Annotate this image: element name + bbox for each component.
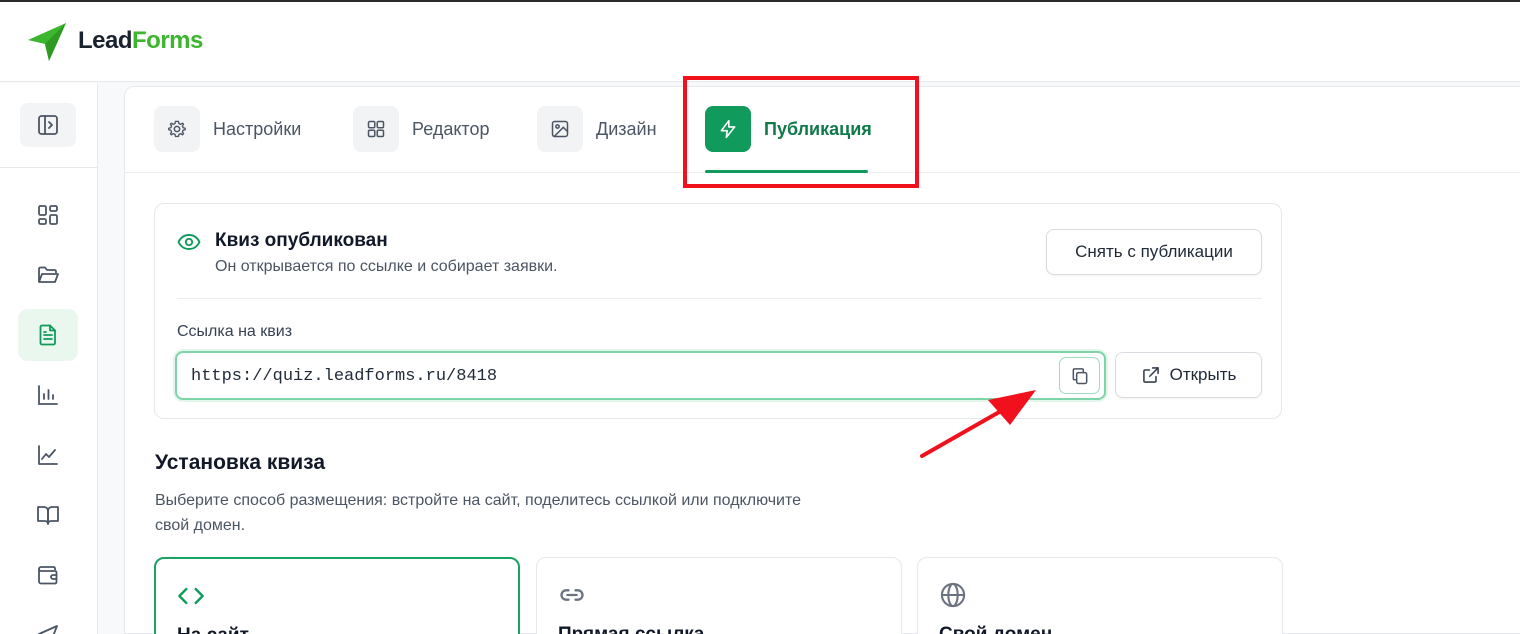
sidebar-item-dashboard[interactable] xyxy=(18,189,78,241)
sidebar-divider xyxy=(0,167,97,168)
code-icon xyxy=(178,587,204,605)
logo-text-lead: Lead xyxy=(78,27,133,54)
tab-editor-label: Редактор xyxy=(412,118,490,139)
app-header: LeadForms xyxy=(0,2,1520,82)
send-icon xyxy=(38,625,58,634)
install-option-custom-domain-title: Свой домен xyxy=(939,624,1052,634)
sidebar-item-folders[interactable] xyxy=(18,249,78,301)
tab-settings[interactable]: Настройки xyxy=(154,106,301,152)
sidebar-item-knowledge-base[interactable] xyxy=(18,489,78,541)
sidebar-item-analytics[interactable] xyxy=(18,429,78,481)
sidebar-item-statistics[interactable] xyxy=(18,369,78,421)
sidebar-item-send[interactable] xyxy=(18,609,78,634)
tab-design-icon-box xyxy=(537,106,583,152)
sidebar-item-quizzes[interactable] xyxy=(18,309,78,361)
sidebar-toggle-button[interactable] xyxy=(20,103,76,147)
tab-settings-icon-box xyxy=(154,106,200,152)
quiz-link-label: Ссылка на квиз xyxy=(177,323,293,340)
logo-text: LeadForms xyxy=(78,27,203,55)
globe-icon xyxy=(940,582,966,608)
install-section-title: Установка квиза xyxy=(155,451,325,474)
open-link-button[interactable]: Открыть xyxy=(1115,352,1262,398)
copy-icon xyxy=(1072,367,1087,384)
unpublish-button[interactable]: Снять с публикации xyxy=(1046,229,1262,275)
publish-status-card: Квиз опубликован Он открывается по ссылк… xyxy=(154,203,1282,419)
folder-icon xyxy=(38,266,59,283)
grid-icon xyxy=(367,120,385,138)
install-option-website-title: На сайт xyxy=(177,625,249,634)
publish-status-title: Квиз опубликован xyxy=(215,230,388,251)
document-icon xyxy=(39,324,56,346)
logo-arrow-icon xyxy=(28,23,66,61)
tab-editor[interactable]: Редактор xyxy=(353,106,489,152)
tab-design-label: Дизайн xyxy=(596,118,657,139)
card-divider xyxy=(177,298,1262,299)
external-link-icon xyxy=(1142,367,1159,383)
panel-toggle-icon xyxy=(38,115,58,135)
gear-icon xyxy=(168,120,186,138)
wallet-icon xyxy=(38,566,58,585)
install-option-custom-domain[interactable]: Свой домен xyxy=(917,557,1283,634)
sidebar xyxy=(0,83,98,634)
open-link-label: Открыть xyxy=(1169,365,1237,384)
dashboard-icon xyxy=(38,205,58,225)
eye-icon xyxy=(177,234,201,250)
annotation-arrow xyxy=(920,390,1036,458)
line-chart-icon xyxy=(38,445,58,465)
copy-link-button[interactable] xyxy=(1059,357,1100,394)
tab-settings-label: Настройки xyxy=(213,118,302,139)
link-icon xyxy=(560,589,584,601)
book-icon xyxy=(37,506,59,525)
install-option-website[interactable]: На сайт xyxy=(154,557,520,634)
annotation-highlight-box xyxy=(683,76,919,188)
publish-status-subtitle: Он открывается по ссылке и собирает заяв… xyxy=(215,258,558,275)
install-option-direct-link-title: Прямая ссылка xyxy=(558,624,704,634)
tab-design[interactable]: Дизайн xyxy=(537,106,657,152)
bar-chart-icon xyxy=(38,385,58,405)
tab-editor-icon-box xyxy=(353,106,399,152)
sidebar-item-billing[interactable] xyxy=(18,549,78,601)
install-section-description: Выберите способ размещения: встройте на … xyxy=(155,492,802,534)
logo-text-forms: Forms xyxy=(132,27,203,54)
app-logo[interactable]: LeadForms xyxy=(26,20,203,62)
image-icon xyxy=(551,120,569,138)
install-option-direct-link[interactable]: Прямая ссылка xyxy=(536,557,902,634)
publish-status: Квиз опубликован Он открывается по ссылк… xyxy=(177,229,558,277)
